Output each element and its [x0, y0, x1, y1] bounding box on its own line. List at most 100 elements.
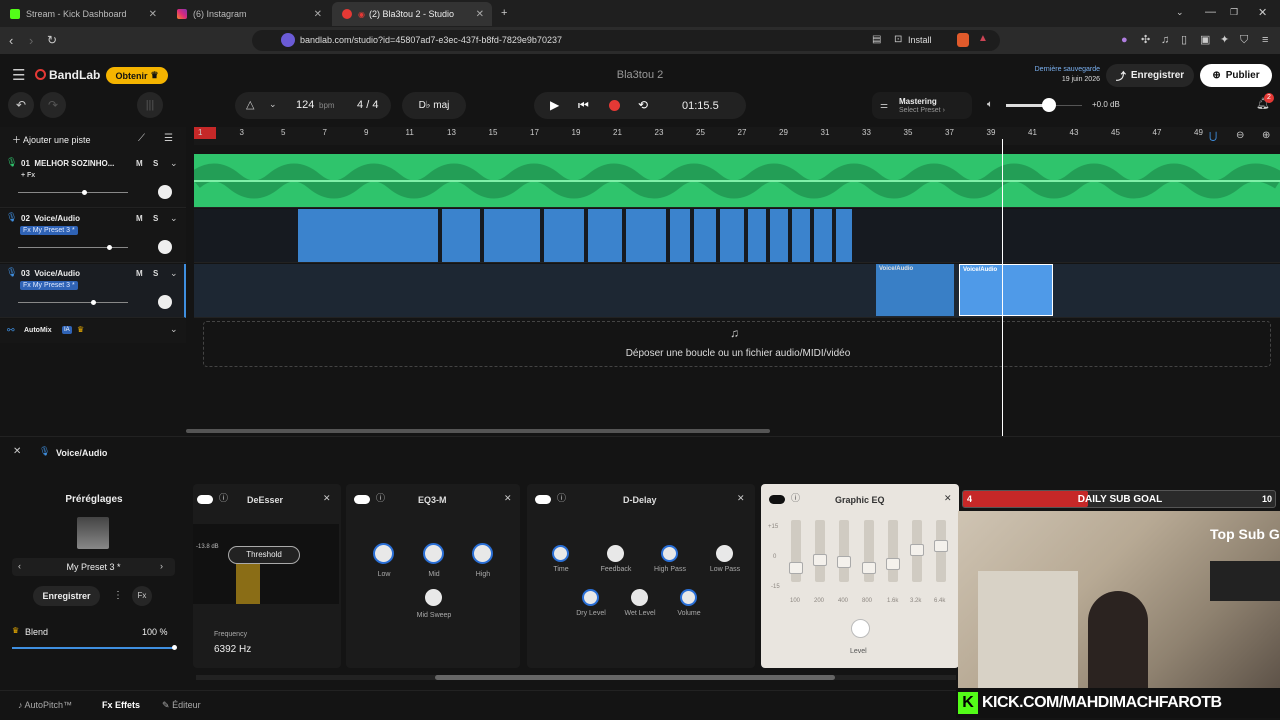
magnet-icon[interactable]: ⋃ [1209, 132, 1217, 142]
bpm-value[interactable]: 124 [296, 99, 314, 111]
audio-clip[interactable] [748, 209, 766, 262]
audio-clip[interactable] [298, 209, 438, 262]
save-button[interactable]: ⤴ Enregistrer [1106, 64, 1194, 87]
preset-save-button[interactable]: Enregistrer [33, 586, 100, 606]
redo-button[interactable]: ↷ [40, 92, 66, 118]
brand-logo[interactable]: BandLab [49, 68, 100, 82]
close-icon[interactable]: ✕ [504, 494, 512, 503]
tab-bandlab-studio[interactable]: ◉ (2) Bla3tou 2 - Studio ✕ [332, 2, 492, 26]
record-icon[interactable] [609, 100, 620, 111]
blend-slider[interactable] [12, 647, 176, 649]
speaker-icon[interactable]: 🔈︎ [987, 100, 993, 110]
wand-icon[interactable]: ⟋ [138, 134, 145, 144]
geq-handle[interactable] [886, 558, 900, 570]
track-volume-handle[interactable] [107, 245, 112, 250]
track-name[interactable]: Voice/Audio [34, 269, 80, 278]
chevron-down-icon[interactable]: ⌄ [170, 159, 178, 168]
window-close-icon[interactable]: ✕ [1258, 8, 1267, 19]
settings-sliders-icon[interactable]: ☰ [164, 134, 173, 144]
track-volume-handle[interactable] [91, 300, 96, 305]
rewards-icon[interactable]: ▲ [978, 33, 988, 44]
delay-low-pass-knob[interactable] [716, 545, 733, 562]
delay-volume-knob[interactable] [680, 589, 697, 606]
audio-clip[interactable] [770, 209, 788, 262]
puzzle-icon[interactable]: ✣ [1141, 35, 1150, 46]
track-name[interactable]: Voice/Audio [34, 214, 80, 223]
undo-button[interactable]: ↶ [8, 92, 34, 118]
close-icon[interactable]: ✕ [323, 494, 331, 503]
solo-button[interactable]: S [153, 269, 158, 278]
geq-handle[interactable] [934, 540, 948, 552]
mixer-button[interactable]: ||| [137, 92, 163, 118]
fx-toggle-button[interactable]: Fx [132, 586, 152, 606]
geq-level-knob[interactable] [851, 619, 870, 638]
close-icon[interactable]: ✕ [737, 494, 745, 503]
pan-knob[interactable] [158, 295, 172, 309]
audio-clip[interactable] [694, 209, 716, 262]
eq3-power-toggle[interactable] [354, 495, 370, 504]
close-icon[interactable]: ✕ [314, 9, 322, 20]
geq-handle[interactable] [789, 562, 803, 574]
leo-icon[interactable]: ✦ [1220, 35, 1229, 46]
mastering-button[interactable]: ⚌ Mastering Select Preset › [872, 92, 972, 119]
blend-handle[interactable] [172, 645, 177, 650]
effects-scrollbar[interactable] [435, 675, 835, 680]
delay-feedback-knob[interactable] [607, 545, 624, 562]
close-icon[interactable]: ✕ [149, 9, 157, 20]
track-volume-slider[interactable] [18, 302, 128, 303]
geq-handle[interactable] [862, 562, 876, 574]
master-volume-handle[interactable] [1042, 98, 1056, 112]
fx-preset-badge[interactable]: Fx My Preset 3 * [20, 281, 78, 290]
eq3-low-knob[interactable] [373, 543, 394, 564]
geq-handle[interactable] [813, 554, 827, 566]
reload-icon[interactable]: ↻ [47, 34, 57, 46]
track-02-header[interactable]: 🎙︎ 02 Voice/Audio M S ⌄ Fx My Preset 3 * [0, 209, 186, 263]
sidebar-icon[interactable]: ▯ [1181, 35, 1187, 46]
add-track-button[interactable]: ＋ Ajouter une piste [12, 133, 91, 146]
site-info-icon[interactable] [281, 33, 295, 47]
metronome-icon[interactable]: △ [246, 100, 254, 111]
music-icon[interactable]: ♫ [1161, 35, 1169, 46]
track-volume-handle[interactable] [82, 190, 87, 195]
delay-dry-knob[interactable] [582, 589, 599, 606]
preset-avatar[interactable] [77, 517, 109, 549]
audio-clip[interactable] [588, 209, 622, 262]
automix-row[interactable]: ⚯ AutoMix IA ♛ ⌄ [0, 319, 186, 343]
forward-icon[interactable]: › [29, 34, 33, 47]
playhead[interactable] [1002, 139, 1003, 436]
loop-icon[interactable]: ⟲ [638, 99, 648, 111]
audio-clip[interactable] [670, 209, 690, 262]
audio-clip[interactable] [814, 209, 832, 262]
track-01-clip[interactable] [188, 154, 1280, 208]
geq-band-200[interactable] [815, 520, 825, 582]
track-volume-slider[interactable] [18, 192, 128, 193]
audio-clip[interactable] [544, 209, 584, 262]
audio-clip[interactable] [720, 209, 744, 262]
back-icon[interactable]: ‹ [9, 34, 13, 47]
deesser-power-toggle[interactable] [197, 495, 213, 504]
info-icon[interactable]: ⓘ [219, 494, 228, 503]
audio-clip[interactable] [792, 209, 810, 262]
track-03-lane[interactable]: Voice/Audio Voice/Audio [194, 264, 1280, 318]
project-title[interactable]: Bla3tou 2 [600, 69, 680, 81]
extension-icon[interactable]: ● [1121, 35, 1128, 46]
audio-clip[interactable] [484, 209, 540, 262]
solo-button[interactable]: S [153, 159, 158, 168]
mute-button[interactable]: M [136, 214, 143, 223]
geq-band-400[interactable] [839, 520, 849, 582]
preset-selector[interactable]: ‹ My Preset 3 * › [12, 558, 175, 576]
publish-button[interactable]: ⊕ Publier [1200, 64, 1272, 87]
eq3-mid-knob[interactable] [423, 543, 444, 564]
delay-high-pass-knob[interactable] [661, 545, 678, 562]
audio-clip[interactable] [836, 209, 852, 262]
info-icon[interactable]: ⓘ [557, 494, 566, 503]
chevron-down-icon[interactable]: ⌄ [269, 100, 277, 109]
tab-editor[interactable]: ✎ Éditeur [162, 700, 201, 711]
install-icon[interactable]: ⊡ [894, 34, 902, 45]
address-bar[interactable]: bandlab.com/studio?id=45807ad7-e3ec-437f… [252, 30, 1000, 51]
skip-back-icon[interactable]: ⏮ [578, 99, 589, 111]
frequency-value[interactable]: 6392 Hz [214, 644, 251, 655]
deesser-graph[interactable] [193, 524, 339, 604]
tab-kick-dashboard[interactable]: Stream - Kick Dashboard ✕ [0, 2, 165, 26]
geq-handle[interactable] [910, 544, 924, 556]
